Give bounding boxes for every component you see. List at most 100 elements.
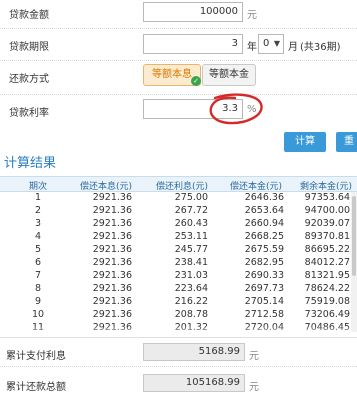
table-row: 3 2921.36 260.43 2660.94 92039.07 [0, 218, 357, 231]
cell: 2 [34, 205, 42, 216]
cell: 75919.08 [304, 296, 350, 307]
cell: 2690.33 [244, 270, 284, 281]
cell: 94700.00 [304, 205, 350, 216]
divider [0, 94, 357, 95]
total-interest-value: 5168.99 [143, 343, 245, 361]
cell: 2921.36 [92, 244, 132, 255]
total-repayment-unit: 元 [249, 382, 259, 393]
divider [0, 366, 357, 367]
column-header: 偿还本金(元) [229, 182, 283, 192]
cell: 260.43 [174, 218, 208, 229]
table-header: 期次 偿还本息(元) 偿还利息(元) 偿还本金(元) 剩余本金(元) [0, 176, 357, 192]
cell: 2675.59 [244, 244, 284, 255]
cell: 216.22 [174, 296, 208, 307]
amount-unit: 元 [247, 10, 257, 21]
cell: 2682.95 [244, 257, 284, 268]
amount-label: 贷款金额 [9, 10, 49, 21]
table-row: 7 2921.36 231.03 2690.33 81321.95 [0, 270, 357, 283]
cell: 223.64 [174, 283, 208, 294]
table-row: 4 2921.36 253.11 2668.25 89370.81 [0, 231, 357, 244]
option-equal-principal[interactable]: 等额本金 [202, 64, 256, 86]
amount-input[interactable]: 100000 [143, 2, 243, 22]
cell: 2921.36 [92, 309, 132, 320]
cell: 2712.58 [244, 309, 284, 320]
method-label: 还款方式 [9, 74, 49, 85]
table-fade [0, 326, 357, 336]
cell: 2660.94 [244, 218, 284, 229]
cell: 208.78 [174, 309, 208, 320]
term-month-unit: 月 [288, 42, 298, 53]
total-interest-unit: 元 [249, 351, 259, 362]
results-title: 计算结果 [4, 156, 57, 171]
cell: 73206.49 [304, 309, 350, 320]
cell: 2646.36 [244, 192, 284, 203]
column-header: 偿还利息(元) [155, 182, 209, 192]
table-row: 5 2921.36 245.77 2675.59 86695.22 [0, 244, 357, 257]
cell: 5 [34, 244, 42, 255]
cell: 2921.36 [92, 231, 132, 242]
table-row: 6 2921.36 238.41 2682.95 84012.27 [0, 257, 357, 270]
reset-button[interactable]: 重 [336, 132, 357, 152]
scrollbar-thumb[interactable] [352, 196, 356, 276]
cell: 10 [31, 309, 45, 320]
cell: 238.41 [174, 257, 208, 268]
column-header: 期次 [28, 182, 47, 192]
divider [0, 337, 357, 338]
cell: 253.11 [174, 231, 208, 242]
term-year-unit: 年 [247, 42, 257, 53]
check-icon: ✓ [191, 76, 201, 86]
cell: 2921.36 [92, 205, 132, 216]
table-row: 10 2921.36 208.78 2712.58 73206.49 [0, 309, 357, 322]
cell: 2921.36 [92, 218, 132, 229]
total-repayment-value: 105168.99 [143, 374, 245, 392]
cell: 86695.22 [304, 244, 350, 255]
term-months-value: 0 [263, 38, 270, 49]
cell: 3 [34, 218, 42, 229]
cell: 267.72 [174, 205, 208, 216]
cell: 84012.27 [304, 257, 350, 268]
total-repayment-label: 累计还款总额 [6, 382, 66, 393]
cell: 97353.64 [304, 192, 350, 203]
table-row: 1 2921.36 275.00 2646.36 97353.64 [0, 192, 357, 205]
cell: 6 [34, 257, 42, 268]
cell: 4 [34, 231, 42, 242]
term-total-periods: (共36期) [300, 42, 341, 53]
divider [0, 60, 357, 61]
calculate-button[interactable]: 计算 [284, 132, 326, 152]
cell: 78624.22 [304, 283, 350, 294]
table-row: 2 2921.36 267.72 2653.64 94700.00 [0, 205, 357, 218]
cell: 2697.73 [244, 283, 284, 294]
column-header: 偿还本息(元) [79, 182, 133, 192]
red-circle-annotation [209, 93, 263, 125]
term-years-input[interactable]: 3 [143, 34, 243, 54]
cell: 245.77 [174, 244, 208, 255]
column-header: 剩余本金(元) [299, 182, 353, 192]
cell: 275.00 [174, 192, 208, 203]
cell: 231.03 [174, 270, 208, 281]
cell: 2668.25 [244, 231, 284, 242]
cell: 9 [34, 296, 42, 307]
cell: 8 [34, 283, 42, 294]
term-months-select[interactable]: 0 ▼ [258, 34, 284, 54]
total-interest-label: 累计支付利息 [6, 351, 66, 362]
table-row: 8 2921.36 223.64 2697.73 78624.22 [0, 283, 357, 296]
cell: 89370.81 [304, 231, 350, 242]
cell: 2921.36 [92, 257, 132, 268]
cell: 2921.36 [92, 192, 132, 203]
cell: 1 [34, 192, 42, 203]
cell: 81321.95 [304, 270, 350, 281]
cell: 2653.64 [244, 205, 284, 216]
term-label: 贷款期限 [9, 42, 49, 53]
cell: 92039.07 [304, 218, 350, 229]
table-row: 9 2921.36 216.22 2705.14 75919.08 [0, 296, 357, 309]
chevron-down-icon: ▼ [273, 39, 280, 48]
results-table-body: 1 2921.36 275.00 2646.36 97353.64 2 2921… [0, 192, 357, 336]
rate-label: 贷款利率 [9, 108, 49, 119]
cell: 2921.36 [92, 270, 132, 281]
table-scrollbar[interactable] [351, 192, 357, 332]
cell: 2921.36 [92, 296, 132, 307]
divider [0, 28, 357, 29]
cell: 2705.14 [244, 296, 284, 307]
cell: 7 [34, 270, 42, 281]
cell: 2921.36 [92, 283, 132, 294]
